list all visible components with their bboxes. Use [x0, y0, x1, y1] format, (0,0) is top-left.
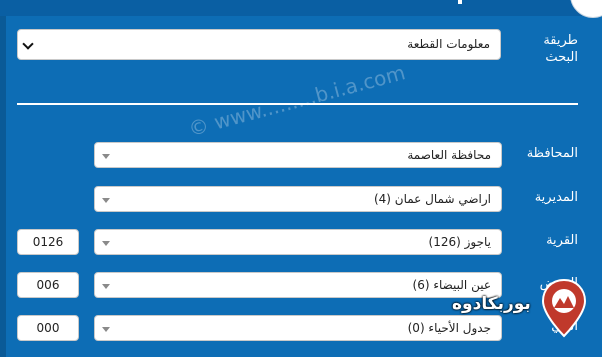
- caret-down-icon: [102, 327, 110, 332]
- directorate-select[interactable]: اراضي شمال عمان (4): [94, 186, 502, 212]
- governorate-label: المحافظة: [526, 146, 578, 161]
- search-method-value: معلومات القطعة: [407, 37, 490, 51]
- governorate-value: محافظة العاصمة: [407, 148, 491, 162]
- caret-down-icon: [102, 284, 110, 289]
- caret-down-icon: [102, 241, 110, 246]
- basin-value: عين البيضاء (6): [412, 278, 492, 292]
- village-select[interactable]: ياجوز (126): [94, 229, 502, 255]
- basin-code-field[interactable]: 006: [17, 272, 79, 298]
- left-edge-strip: [0, 16, 6, 357]
- neighborhood-code-field[interactable]: 000: [17, 315, 79, 341]
- top-marker: [458, 0, 462, 4]
- directorate-label: المديرية: [534, 190, 578, 205]
- directorate-value: اراضي شمال عمان (4): [373, 192, 491, 206]
- village-label: القرية: [546, 233, 578, 248]
- watermark: © www.........b.i.a.com: [186, 60, 408, 142]
- caret-down-icon: [102, 154, 110, 159]
- caret-down-icon: [102, 198, 110, 203]
- village-code-field[interactable]: 0126: [17, 229, 79, 255]
- search-method-select[interactable]: معلومات القطعة: [17, 29, 501, 60]
- top-bar: [0, 0, 602, 16]
- search-method-label: طريقة البحث: [543, 33, 578, 65]
- neighborhood-select[interactable]: جدول الأحياء (0): [94, 315, 502, 341]
- brand-logo-text: بوربكادوه: [452, 294, 531, 314]
- village-value: ياجوز (126): [428, 235, 492, 249]
- governorate-select[interactable]: محافظة العاصمة: [94, 142, 502, 168]
- basin-select[interactable]: عين البيضاء (6): [94, 272, 502, 298]
- neighborhood-value: جدول الأحياء (0): [407, 321, 491, 335]
- location-pin-logo-icon: [541, 278, 587, 338]
